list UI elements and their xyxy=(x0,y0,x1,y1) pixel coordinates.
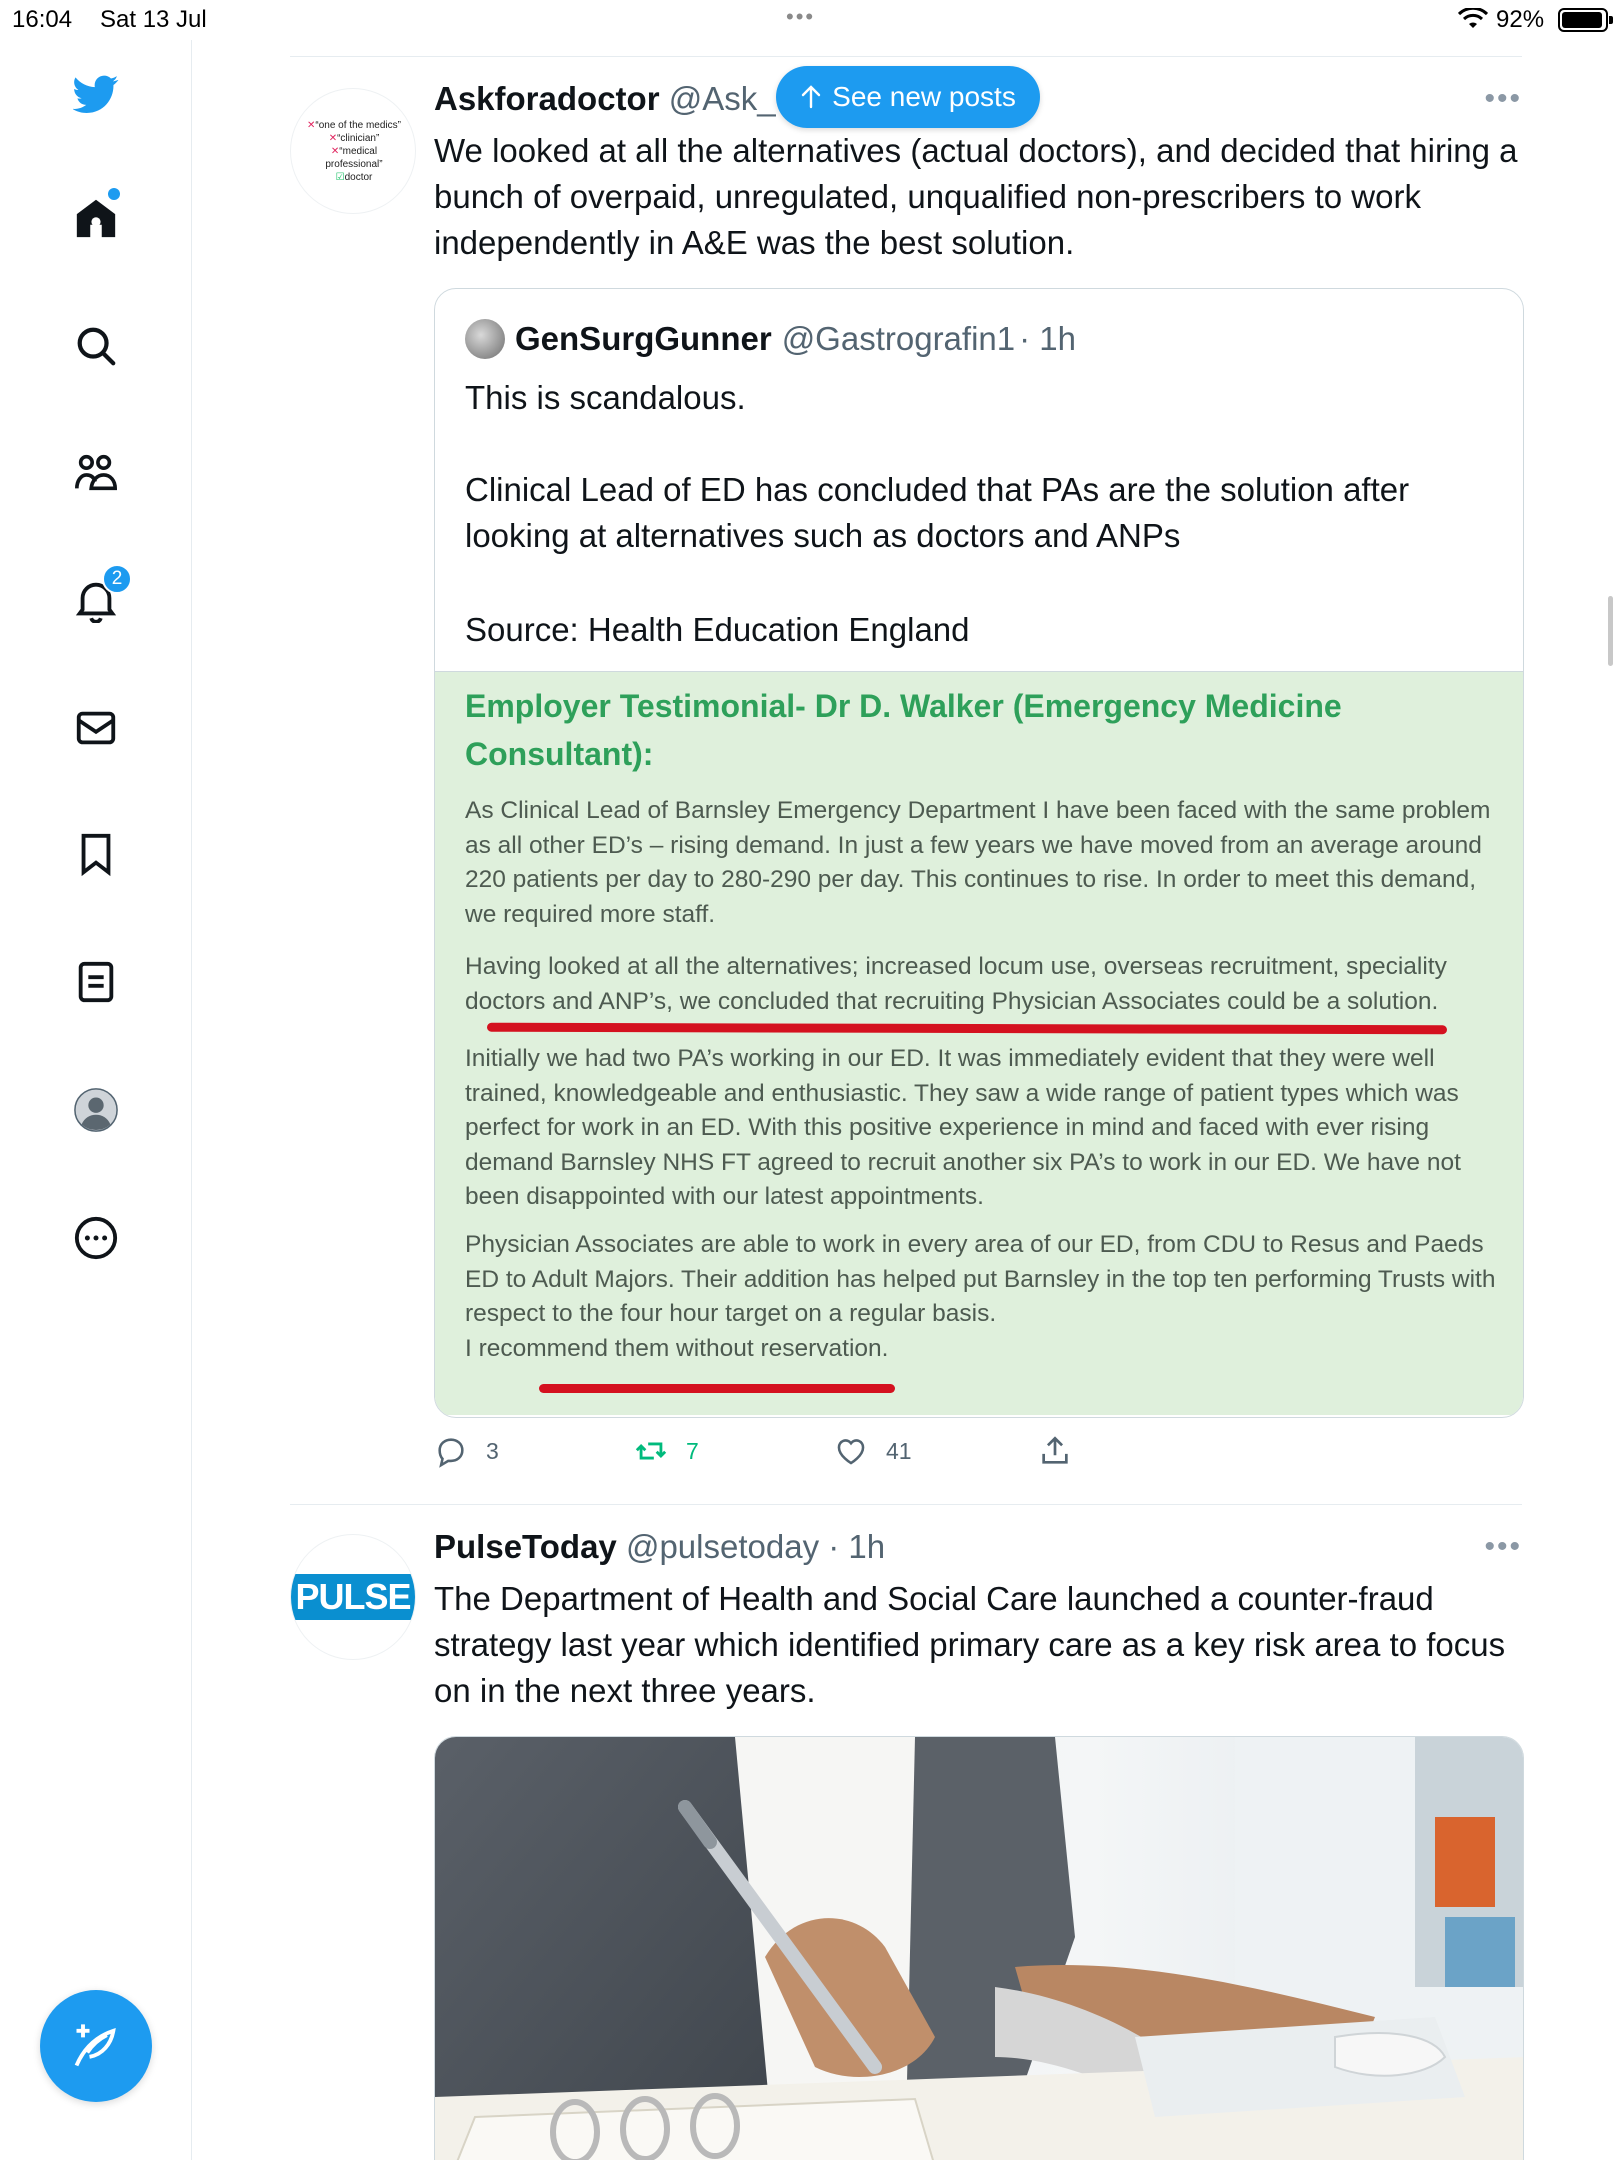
testimonial-title: Employer Testimonial- Dr D. Walker (Emer… xyxy=(465,688,1342,772)
quote-text-line1: This is scandalous. xyxy=(465,379,746,416)
quote-text-body: Clinical Lead of ED has concluded that P… xyxy=(465,471,1410,554)
communities-icon[interactable] xyxy=(68,445,124,501)
red-underline-1 xyxy=(486,1022,1448,1035)
tweet-text: We looked at all the alternatives (actua… xyxy=(434,132,1518,261)
handle[interactable]: @pulsetoday xyxy=(626,1528,819,1565)
home-icon[interactable] xyxy=(68,188,124,246)
multitasking-dots-icon[interactable]: ••• xyxy=(786,4,815,30)
quote-text-source: Source: Health Education England xyxy=(465,611,970,648)
tweet-askforadoctor[interactable]: ✕“one of the medics” ✕“clinician” ✕“medi… xyxy=(290,56,1524,1506)
tweet-text: The Department of Health and Social Care… xyxy=(434,1580,1506,1709)
retweet-icon xyxy=(635,1442,667,1460)
tweet-pulsetoday[interactable]: PULSE PulseToday @pulsetoday · 1h ••• Th… xyxy=(290,1504,1524,2160)
battery-percentage: 92% xyxy=(1496,6,1545,33)
more-options-icon[interactable]: ••• xyxy=(1484,1530,1522,1564)
sidebar: 2 xyxy=(0,40,192,2160)
testimonial-para-2: Having looked at all the alternatives; i… xyxy=(465,953,1447,1015)
reply-button[interactable]: 3 xyxy=(434,1434,499,1468)
avatar[interactable]: ✕“one of the medics” ✕“clinician” ✕“medi… xyxy=(290,88,416,214)
wifi-icon xyxy=(1458,8,1488,28)
like-button[interactable]: 41 xyxy=(834,1434,912,1468)
clock: 16:04 xyxy=(12,6,73,33)
twitter-bird-icon[interactable] xyxy=(68,66,124,122)
avatar-line-2: “clinician” xyxy=(337,133,380,144)
tweet-time[interactable]: · 1h xyxy=(828,1528,885,1565)
status-bar: 16:04 Sat 13 Jul ••• 92% xyxy=(0,0,1620,40)
avatar[interactable]: PULSE xyxy=(290,1534,416,1660)
display-name[interactable]: Askforadoctor xyxy=(434,80,660,117)
writing-hand-photo xyxy=(435,1737,1523,2160)
lists-icon[interactable] xyxy=(68,954,124,1010)
see-new-posts-label: See new posts xyxy=(832,81,1016,112)
testimonial-image[interactable]: Employer Testimonial- Dr D. Walker (Emer… xyxy=(435,671,1523,1415)
reply-count: 3 xyxy=(486,1437,499,1464)
share-button[interactable] xyxy=(1038,1434,1072,1468)
profile-avatar-icon[interactable] xyxy=(68,1082,124,1138)
red-underline-2 xyxy=(539,1384,895,1393)
date: Sat 13 Jul xyxy=(100,6,207,33)
search-icon[interactable] xyxy=(68,318,124,374)
display-name[interactable]: PulseToday xyxy=(434,1528,617,1565)
pulse-logo: PULSE xyxy=(291,1574,415,1620)
bell-icon[interactable]: 2 xyxy=(68,564,132,628)
like-count: 41 xyxy=(886,1437,912,1464)
arrow-up-icon xyxy=(801,85,821,109)
tweet-header: PulseToday @pulsetoday · 1h xyxy=(434,1528,885,1566)
scrollbar[interactable] xyxy=(1608,596,1613,666)
battery-icon xyxy=(1558,8,1613,32)
testimonial-para-5: I recommend them without reservation. xyxy=(465,1335,889,1362)
heart-icon xyxy=(837,1439,865,1465)
compose-button[interactable] xyxy=(40,1990,152,2102)
share-icon xyxy=(1042,1436,1068,1464)
handle[interactable]: @Ask_ xyxy=(669,80,776,117)
reply-icon xyxy=(438,1438,464,1468)
quote-header: GenSurgGunner @Gastrografin1 · 1h xyxy=(465,319,1076,359)
see-new-posts-button[interactable]: See new posts xyxy=(776,66,1040,128)
mail-icon[interactable] xyxy=(68,700,124,756)
notification-count-badge: 2 xyxy=(102,564,132,594)
more-circle-icon[interactable] xyxy=(68,1210,124,1266)
compose-feather-icon xyxy=(74,2024,116,2067)
avatar-line-4: doctor xyxy=(344,172,373,183)
testimonial-para-1: As Clinical Lead of Barnsley Emergency D… xyxy=(465,797,1491,928)
home-unread-dot xyxy=(108,188,120,200)
more-options-icon[interactable]: ••• xyxy=(1484,82,1522,116)
retweet-button[interactable]: 7 xyxy=(634,1434,699,1468)
quote-handle: @Gastrografin1 xyxy=(781,320,1016,357)
tweet-header: Askforadoctor @Ask_ xyxy=(434,80,776,118)
quoted-tweet[interactable]: GenSurgGunner @Gastrografin1 · 1h This i… xyxy=(434,288,1524,1418)
testimonial-para-4: Physician Associates are able to work in… xyxy=(465,1231,1496,1327)
quote-avatar xyxy=(465,319,505,359)
tweet-media-image[interactable] xyxy=(434,1736,1524,2160)
testimonial-para-3: Initially we had two PA’s working in our… xyxy=(465,1045,1461,1210)
retweet-count: 7 xyxy=(686,1437,699,1464)
avatar-line-1: “one of the medics” xyxy=(315,120,401,131)
bookmark-icon[interactable] xyxy=(68,826,124,882)
quote-time: · 1h xyxy=(1019,320,1076,357)
tweet-actions: 3 7 41 xyxy=(434,1434,1134,1474)
quote-display-name: GenSurgGunner xyxy=(515,320,772,357)
